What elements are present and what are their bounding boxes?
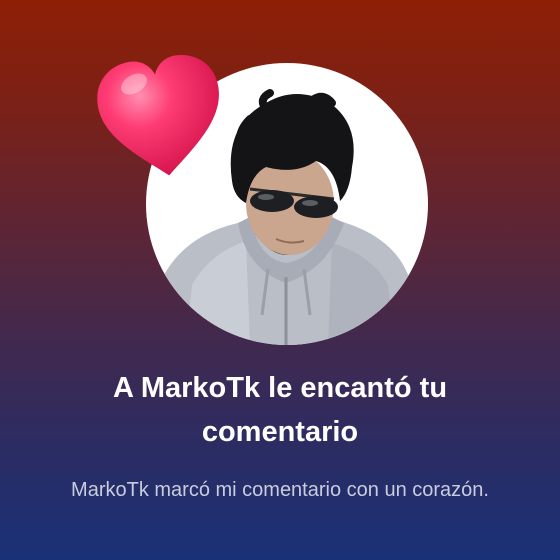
notification-title: A MarkoTk le encantó tu comentario — [112, 372, 448, 448]
heart-reaction-notification: A MarkoTk le encantó tu comentario Marko… — [0, 0, 560, 560]
heart-icon — [96, 52, 226, 182]
notification-description: MarkoTk marcó mi comentario con un coraz… — [71, 479, 489, 501]
